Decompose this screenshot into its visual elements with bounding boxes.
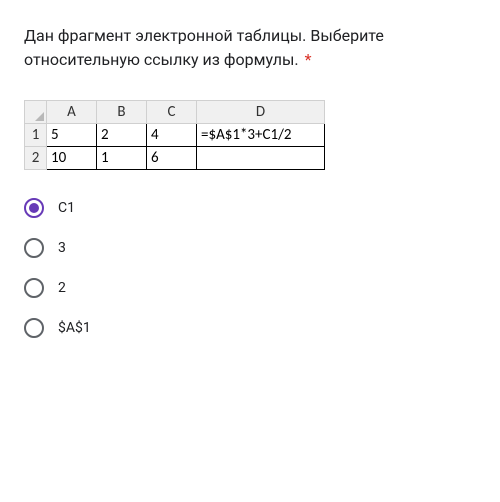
row-header-1: 1 bbox=[25, 124, 47, 147]
cell-b2: 1 bbox=[97, 147, 147, 170]
question-card: Дан фрагмент электронной таблицы. Выбери… bbox=[0, 0, 500, 348]
select-all-corner bbox=[25, 101, 47, 124]
radio-icon bbox=[24, 198, 44, 218]
cell-c2: 6 bbox=[147, 147, 197, 170]
radio-icon bbox=[24, 278, 44, 298]
radio-icon bbox=[24, 318, 44, 338]
cell-a1: 5 bbox=[47, 124, 97, 147]
question-text: Дан фрагмент электронной таблицы. Выбери… bbox=[24, 24, 476, 72]
question-text-content: Дан фрагмент электронной таблицы. Выбери… bbox=[24, 26, 384, 69]
table-row: 2 10 1 6 bbox=[25, 147, 325, 170]
option-label: C1 bbox=[58, 200, 75, 216]
option-label: 3 bbox=[58, 240, 66, 256]
option-label: $A$1 bbox=[58, 320, 91, 336]
col-header-b: B bbox=[97, 101, 147, 124]
col-header-c: C bbox=[147, 101, 197, 124]
option-3[interactable]: 3 bbox=[24, 228, 476, 268]
options-group: C1 3 2 $A$1 bbox=[24, 188, 476, 348]
spreadsheet-image: A B C D 1 5 2 4 =$A$1*3+C1/2 2 10 1 bbox=[24, 100, 476, 170]
cell-a2: 10 bbox=[47, 147, 97, 170]
cell-d2 bbox=[197, 147, 325, 170]
col-header-d: D bbox=[197, 101, 325, 124]
row-header-2: 2 bbox=[25, 147, 47, 170]
option-label: 2 bbox=[58, 280, 66, 296]
spreadsheet-table: A B C D 1 5 2 4 =$A$1*3+C1/2 2 10 1 bbox=[24, 100, 325, 170]
option-c1[interactable]: C1 bbox=[24, 188, 476, 228]
col-header-a: A bbox=[47, 101, 97, 124]
radio-icon bbox=[24, 238, 44, 258]
option-a1-abs[interactable]: $A$1 bbox=[24, 308, 476, 348]
table-row: 1 5 2 4 =$A$1*3+C1/2 bbox=[25, 124, 325, 147]
cell-d1: =$A$1*3+C1/2 bbox=[197, 124, 325, 147]
option-2[interactable]: 2 bbox=[24, 268, 476, 308]
cell-c1: 4 bbox=[147, 124, 197, 147]
cell-b1: 2 bbox=[97, 124, 147, 147]
required-asterisk: * bbox=[305, 50, 312, 69]
